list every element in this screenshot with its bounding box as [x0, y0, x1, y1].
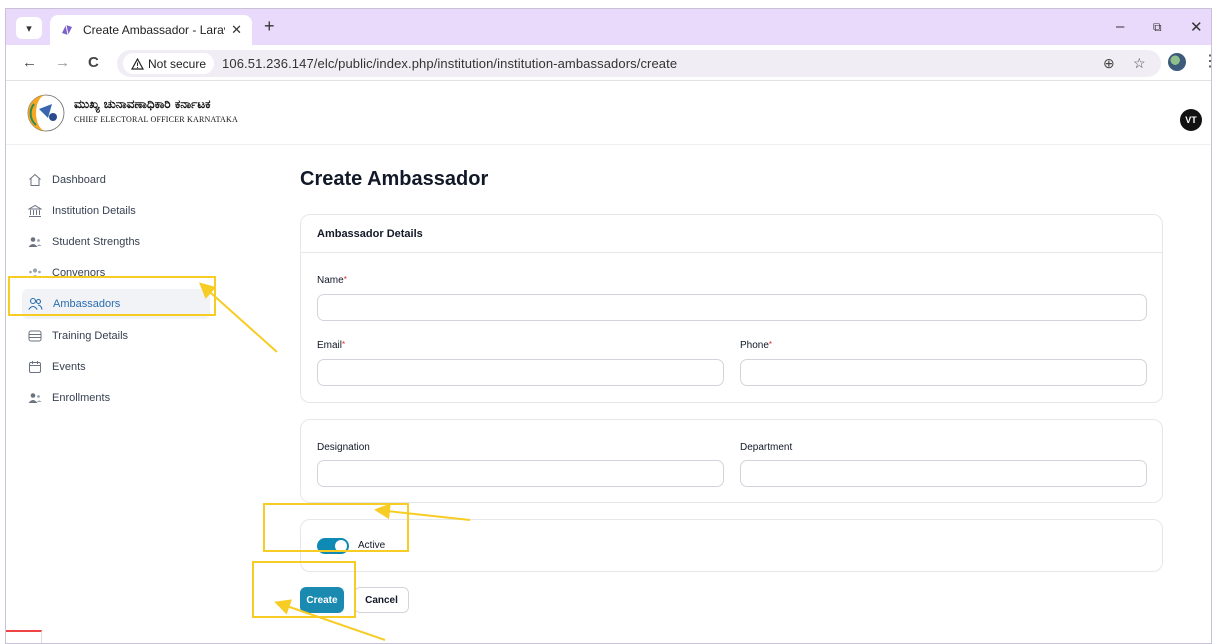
phone-label-text: Phone — [740, 340, 769, 351]
security-chip-label: Not secure — [148, 56, 207, 71]
header-divider — [6, 144, 1211, 145]
app-page: ಮುಖ್ಯ ಚುನಾವಣಾಧಿಕಾರಿ ಕರ್ನಾಟಕ CHIEF ELECTO… — [6, 82, 1211, 643]
sidebar-item-ambassadors[interactable]: Ambassadors — [22, 289, 210, 319]
sidebar-item-training-details[interactable]: Training Details — [22, 321, 210, 351]
bookmark-star-icon[interactable]: ☆ — [1133, 55, 1146, 72]
users-icon — [29, 268, 41, 278]
zoom-icon[interactable]: ⊕ — [1103, 55, 1115, 72]
tab-title: Create Ambassador - Laravel — [83, 23, 226, 37]
create-button[interactable]: Create — [300, 587, 344, 613]
laravel-favicon-icon — [62, 24, 72, 36]
email-label: Email* — [317, 340, 345, 351]
department-label: Department — [740, 442, 793, 453]
calendar-icon — [29, 361, 41, 373]
users-icon — [28, 393, 42, 403]
sidebar-item-label: Events — [52, 361, 86, 373]
designation-label: Designation — [317, 442, 370, 453]
page-title: Create Ambassador — [300, 168, 489, 190]
ambassador-details-card: Ambassador Details Name* Email* Phone* — [300, 214, 1163, 403]
browser-window: ▾ Create Ambassador - Laravel ✕ + – ⧉ ✕ … — [5, 8, 1212, 644]
sidebar-item-label: Convenors — [52, 267, 106, 279]
active-toggle-label: Active — [358, 540, 386, 551]
debugbar-tab[interactable] — [6, 630, 42, 643]
status-card: Active — [300, 519, 1163, 572]
browser-menu-icon[interactable]: ⋮ — [1202, 51, 1211, 71]
department-input[interactable] — [740, 460, 1147, 487]
sidebar-item-events[interactable]: Events — [22, 352, 210, 382]
minimize-button[interactable]: – — [1116, 18, 1124, 35]
chevron-down-icon: ▾ — [26, 22, 32, 35]
sidebar-item-dashboard[interactable]: Dashboard — [22, 165, 210, 195]
active-toggle[interactable] — [317, 538, 349, 554]
new-tab-button[interactable]: + — [264, 16, 275, 37]
email-input[interactable] — [317, 359, 724, 386]
warning-icon — [131, 57, 144, 70]
sidebar-item-institution-details[interactable]: Institution Details — [22, 196, 210, 226]
user-group-icon — [28, 297, 43, 310]
designation-input[interactable] — [317, 460, 724, 487]
toggle-knob — [335, 540, 347, 552]
required-mark: * — [343, 275, 347, 284]
reload-icon[interactable]: C — [88, 54, 99, 71]
sidebar-item-label: Dashboard — [52, 174, 106, 186]
sidebar-item-student-strengths[interactable]: Student Strengths — [22, 227, 210, 257]
sidebar-item-label: Training Details — [52, 330, 129, 342]
restore-button[interactable]: ⧉ — [1153, 20, 1162, 35]
forward-arrow-icon[interactable]: → — [55, 54, 70, 71]
required-mark: * — [342, 340, 346, 349]
org-name-kannada: ಮುಖ್ಯ ಚುನಾವಣಾಧಿಕಾರಿ ಕರ್ನಾಟಕ — [74, 97, 211, 111]
stack-icon — [28, 330, 42, 342]
sidebar-item-enrollments[interactable]: Enrollments — [22, 383, 210, 413]
close-window-button[interactable]: ✕ — [1190, 18, 1203, 36]
name-input[interactable] — [317, 294, 1147, 321]
sidebar-item-label: Ambassadors — [53, 298, 121, 310]
name-label-text: Name — [317, 275, 344, 286]
institution-icon — [28, 204, 42, 217]
sidebar-item-convenors[interactable]: Convenors — [22, 258, 210, 288]
url-text: 106.51.236.147/elc/public/index.php/inst… — [222, 56, 678, 71]
org-name-english: CHIEF ELECTORAL OFFICER KARNATAKA — [74, 115, 238, 124]
browser-tab[interactable]: Create Ambassador - Laravel ✕ — [50, 15, 252, 45]
home-icon — [29, 173, 41, 186]
user-avatar[interactable]: VT — [1180, 109, 1202, 131]
address-bar-row: ← → C Not secure 106.51.236.147/elc/publ… — [6, 45, 1211, 81]
security-chip[interactable]: Not secure — [123, 53, 215, 74]
omnibox[interactable]: Not secure 106.51.236.147/elc/public/ind… — [117, 50, 1161, 77]
email-label-text: Email — [317, 340, 343, 351]
cancel-button[interactable]: Cancel — [354, 587, 409, 613]
election-commission-logo — [27, 94, 65, 132]
required-mark: * — [768, 340, 773, 349]
tab-search-button[interactable]: ▾ — [16, 17, 42, 39]
tab-close-icon[interactable]: ✕ — [231, 22, 242, 38]
name-label: Name* — [317, 275, 347, 286]
browser-profile-avatar[interactable] — [1168, 53, 1186, 71]
users-icon — [28, 237, 42, 247]
additional-details-card: Designation Department — [300, 419, 1163, 503]
tab-bar: ▾ Create Ambassador - Laravel ✕ + – ⧉ ✕ — [6, 9, 1211, 45]
card-heading: Ambassador Details — [301, 215, 1162, 253]
back-arrow-icon[interactable]: ← — [22, 54, 37, 71]
sidebar-item-label: Student Strengths — [52, 236, 141, 248]
sidebar-item-label: Enrollments — [52, 392, 111, 404]
phone-input[interactable] — [740, 359, 1147, 386]
phone-label: Phone* — [740, 340, 772, 351]
sidebar-item-label: Institution Details — [52, 205, 136, 217]
